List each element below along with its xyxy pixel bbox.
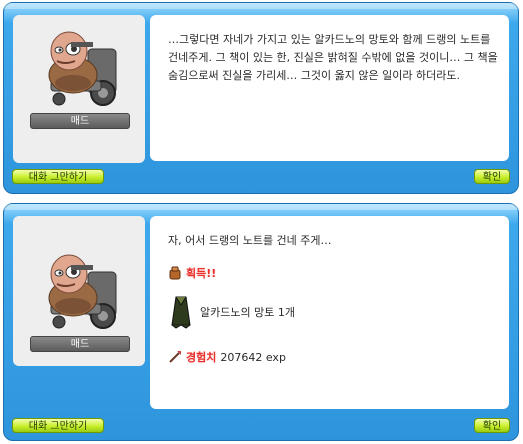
reward-item-text: 알카드노의 망토 1개	[200, 306, 295, 319]
reward-item: 알카드노의 망토 1개	[168, 295, 295, 329]
exp-label: 경험치	[186, 351, 217, 364]
end-chat-button[interactable]: 대화 그만하기	[12, 418, 104, 433]
npc-portrait-panel: 매드	[13, 216, 145, 366]
dialog-text-panel: …그렇다면 자네가 가지고 있는 알카드노의 망토와 함께 드랭의 노트를 건네…	[150, 15, 509, 161]
dialog-text-panel: 자, 어서 드랭의 노트를 건네 주게… 획득!! 알카드노의 망토 1개 경험…	[150, 216, 509, 409]
npc-portrait-icon	[48, 31, 117, 106]
end-chat-button[interactable]: 대화 그만하기	[12, 169, 104, 184]
exp-icon	[169, 351, 181, 363]
npc-dialog-2: 매드 자, 어서 드랭의 노트를 건네 주게… 획득!! 알카드노의 망토 1개	[3, 203, 519, 441]
ok-button[interactable]: 확인	[474, 418, 510, 433]
npc-portrait-panel: 매드	[13, 15, 145, 163]
npc-name-plate: 매드	[30, 113, 130, 129]
bag-icon	[169, 266, 181, 280]
frame-highlight	[4, 3, 518, 9]
exp-value: 207642 exp	[220, 350, 286, 364]
dialog-text: 자, 어서 드랭의 노트를 건네 주게…	[168, 234, 332, 247]
reward-label: 획득!!	[186, 267, 217, 280]
npc-name-plate: 매드	[30, 336, 130, 352]
npc-portrait-icon	[48, 254, 117, 329]
npc-dialog-1: 매드 …그렇다면 자네가 가지고 있는 알카드노의 망토와 함께 드랭의 노트를…	[3, 2, 519, 194]
reward-exp: 경험치 207642 exp	[168, 349, 286, 365]
frame-highlight	[4, 204, 518, 210]
reward-header: 획득!!	[168, 264, 216, 282]
dialog-text: …그렇다면 자네가 가지고 있는 알카드노의 망토와 함께 드랭의 노트를 건네…	[168, 33, 498, 82]
ok-button[interactable]: 확인	[474, 169, 510, 184]
cape-icon	[171, 296, 191, 329]
